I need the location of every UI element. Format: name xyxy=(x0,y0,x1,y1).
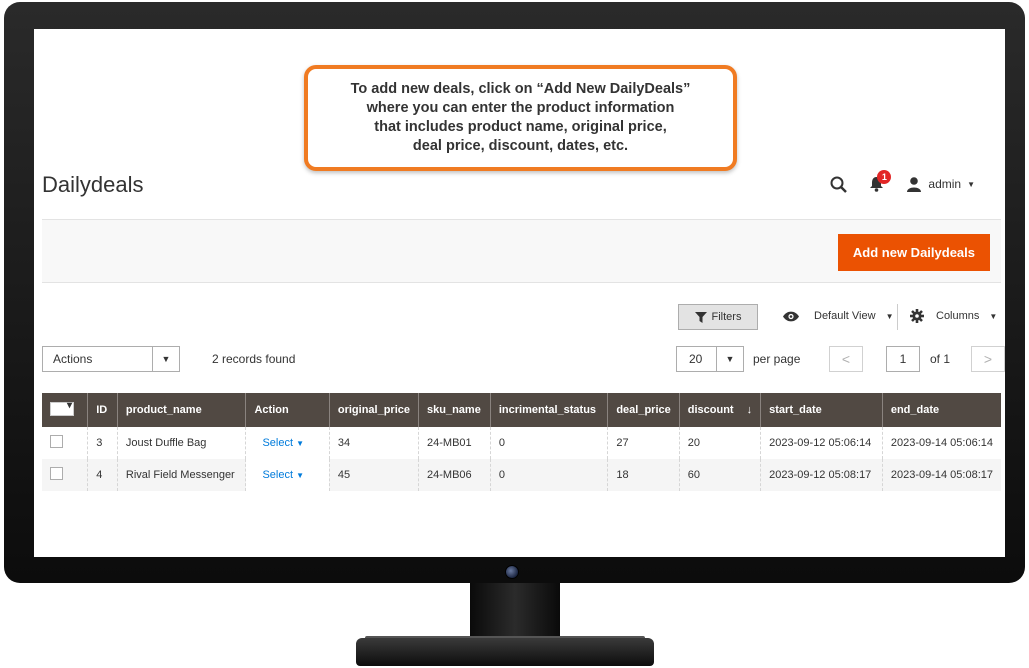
dailydeals-grid: ID product_name Action original_price sk… xyxy=(42,393,1001,491)
cell-deal-price: 18 xyxy=(607,459,680,491)
cell-sku-name: 24-MB01 xyxy=(418,427,491,459)
add-new-dailydeals-button[interactable]: Add new Dailydeals xyxy=(837,234,990,271)
chevron-down-icon: ▼ xyxy=(296,439,305,448)
previous-page-button[interactable]: < xyxy=(829,346,863,372)
callout-line-3: that includes product name, original pri… xyxy=(374,119,667,135)
notifications-button[interactable]: 1 xyxy=(869,170,892,192)
records-found-count: 2 records found xyxy=(212,352,296,366)
cell-product-name: Joust Duffle Bag xyxy=(116,427,246,459)
filters-button[interactable]: Filters xyxy=(678,304,758,330)
row-checkbox-cell[interactable] xyxy=(42,459,88,491)
toolbar-divider xyxy=(897,304,898,330)
column-header-id[interactable]: ID xyxy=(87,393,118,427)
total-pages: of 1 xyxy=(930,352,951,366)
row-checkbox-cell[interactable] xyxy=(42,427,88,459)
cell-original-price: 34 xyxy=(328,427,419,459)
column-header-original-price[interactable]: original_price xyxy=(328,393,419,427)
cell-start-date: 2023-09-12 05:08:17 xyxy=(760,459,883,491)
column-header-start-date[interactable]: start_date xyxy=(760,393,883,427)
callout-line-4: deal price, discount, dates, etc. xyxy=(412,138,629,154)
eye-icon xyxy=(783,311,799,321)
default-view-dropdown[interactable]: Default View ▼ xyxy=(782,304,893,328)
admin-username: admin xyxy=(928,177,962,191)
admin-user-menu[interactable]: admin ▼ xyxy=(906,176,975,192)
cell-action[interactable]: Select ▼ xyxy=(245,459,330,491)
callout-line-1: To add new deals, click on “Add New Dail… xyxy=(350,81,691,97)
cell-end-date: 2023-09-14 05:06:14 xyxy=(881,427,1001,459)
row-checkbox[interactable] xyxy=(50,435,63,448)
cell-incrimental-status: 0 xyxy=(489,427,608,459)
cell-original-price: 45 xyxy=(328,459,419,491)
mass-actions-select[interactable]: Actions ▼ xyxy=(42,346,180,372)
chevron-down-icon: ▼ xyxy=(716,347,743,371)
search-icon[interactable] xyxy=(830,176,848,193)
notification-badge: 1 xyxy=(877,170,892,184)
page-actions-bar: Add new Dailydeals xyxy=(42,219,1001,283)
mass-select-checkbox[interactable] xyxy=(50,400,74,416)
cell-id: 4 xyxy=(87,459,118,491)
columns-dropdown[interactable]: Columns ▼ xyxy=(910,304,997,328)
user-icon xyxy=(907,176,922,192)
mass-actions-value: Actions xyxy=(53,352,93,366)
default-view-label: Default View xyxy=(814,310,876,322)
table-row: 3 Joust Duffle Bag Select ▼ 34 24-MB01 0… xyxy=(42,427,1001,459)
grid-actions-row: Actions ▼ 2 records found 20 ▼ per page … xyxy=(34,346,1005,374)
tooltip-callout: To add new deals, click on “Add New Dail… xyxy=(304,65,737,171)
grid-toolbar: Filters Default View ▼ Columns ▼ xyxy=(34,304,1005,330)
table-row: 4 Rival Field Messenger Select ▼ 45 24-M… xyxy=(42,459,1001,491)
callout-line-2: where you can enter the product informat… xyxy=(366,100,675,116)
chevron-down-icon: ▼ xyxy=(296,471,305,480)
chevron-down-icon: ▼ xyxy=(152,347,179,371)
monitor-stand-base xyxy=(356,638,654,666)
cell-discount: 60 xyxy=(678,459,761,491)
row-select-link[interactable]: Select ▼ xyxy=(254,469,304,481)
cell-product-name: Rival Field Messenger xyxy=(116,459,246,491)
cell-id: 3 xyxy=(87,427,118,459)
row-select-label: Select xyxy=(262,437,294,449)
cell-sku-name: 24-MB06 xyxy=(418,459,491,491)
columns-label: Columns xyxy=(936,310,980,322)
chevron-down-icon: ▼ xyxy=(885,311,894,321)
row-checkbox[interactable] xyxy=(50,467,63,480)
header-actions: 1 admin ▼ xyxy=(830,170,975,196)
page-title: Dailydeals xyxy=(42,172,144,197)
column-header-end-date[interactable]: end_date xyxy=(881,393,1001,427)
cell-end-date: 2023-09-14 05:08:17 xyxy=(881,459,1001,491)
column-header-discount[interactable]: discount ↓ xyxy=(678,393,761,427)
chevron-down-icon: ▼ xyxy=(967,179,975,189)
current-page-input[interactable]: 1 xyxy=(886,346,920,372)
cell-incrimental-status: 0 xyxy=(489,459,608,491)
cell-deal-price: 27 xyxy=(607,427,680,459)
screen: To add new deals, click on “Add New Dail… xyxy=(34,29,1005,557)
monitor-stand-neck xyxy=(470,583,560,641)
column-header-product-name[interactable]: product_name xyxy=(116,393,246,427)
column-header-incrimental-status[interactable]: incrimental_status xyxy=(489,393,608,427)
per-page-label: per page xyxy=(753,352,801,366)
per-page-select[interactable]: 20 ▼ xyxy=(676,346,744,372)
cell-start-date: 2023-09-12 05:06:14 xyxy=(760,427,883,459)
sort-arrow-icon: ↓ xyxy=(746,404,753,416)
filter-icon xyxy=(694,311,707,323)
next-page-button[interactable]: > xyxy=(971,346,1005,372)
filters-label: Filters xyxy=(711,311,742,323)
column-header-sku-name[interactable]: sku_name xyxy=(418,393,491,427)
gear-icon xyxy=(910,309,924,323)
row-select-link[interactable]: Select ▼ xyxy=(254,437,304,449)
row-select-label: Select xyxy=(262,469,294,481)
table-header-row: ID product_name Action original_price sk… xyxy=(42,393,1001,427)
cell-discount: 20 xyxy=(678,427,761,459)
monitor-frame: To add new deals, click on “Add New Dail… xyxy=(4,2,1025,583)
column-header-deal-price[interactable]: deal_price xyxy=(607,393,680,427)
cell-action[interactable]: Select ▼ xyxy=(245,427,330,459)
webcam-dot xyxy=(505,565,519,579)
discount-header-label: discount xyxy=(687,404,734,416)
mass-select-header[interactable] xyxy=(42,393,88,427)
per-page-value: 20 xyxy=(689,352,703,366)
chevron-down-icon: ▼ xyxy=(989,311,998,321)
column-header-action: Action xyxy=(245,393,330,427)
